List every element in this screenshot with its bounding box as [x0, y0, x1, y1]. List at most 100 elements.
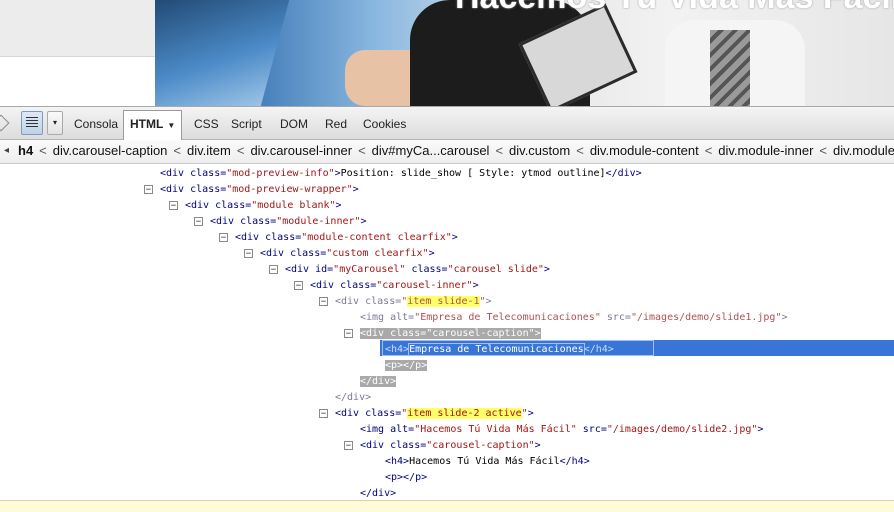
collapse-toggle-icon[interactable]: −	[319, 409, 328, 419]
html-node[interactable]: <div class="module-inner">	[210, 214, 367, 230]
attr-name: class=	[265, 232, 302, 243]
chevron-down-icon: ▼	[167, 121, 176, 130]
collapse-toggle-icon[interactable]: −	[144, 185, 153, 195]
collapse-toggle-icon[interactable]: −	[169, 201, 178, 211]
collapse-toggle-icon[interactable]: −	[219, 233, 228, 243]
attr-name: class=	[405, 264, 448, 275]
tag-name: <div	[335, 408, 366, 419]
attr-value: "/images/demo/slide2.jpg"	[606, 424, 758, 435]
breadcrumb-separator: <	[495, 143, 504, 158]
html-node[interactable]: <p></p>	[385, 358, 428, 374]
tab-script[interactable]: Script	[229, 111, 264, 139]
attr-name: class=	[190, 184, 227, 195]
tab-html[interactable]: HTML ▼	[123, 110, 183, 142]
html-node[interactable]: <div id="myCarousel" class="carousel sli…	[285, 262, 550, 278]
attr-name: class=	[390, 440, 427, 451]
attr-name: src=	[600, 312, 631, 323]
breadcrumb-separator: <	[819, 143, 828, 158]
attr-name: class=	[240, 216, 277, 227]
closing-tag: </div>	[360, 488, 397, 499]
breadcrumb-item[interactable]: div#myCa...carousel	[372, 143, 490, 158]
attr-value: "mod-preview-info"	[226, 168, 335, 179]
breadcrumb-item[interactable]: div.module	[833, 143, 894, 158]
collapse-toggle-icon[interactable]: −	[344, 329, 353, 339]
html-node[interactable]: <div class="item slide-1">	[335, 294, 492, 310]
tag-name: <div	[260, 248, 291, 259]
html-node[interactable]: <div class="module-content clearfix">	[235, 230, 458, 246]
tag-name: <div	[335, 296, 366, 307]
html-node[interactable]: <div class="item slide-2 active">	[335, 406, 534, 422]
closing-tag: </h4>	[583, 344, 614, 355]
breadcrumb-separator: <	[39, 143, 47, 158]
layout-toggle-button[interactable]	[21, 111, 43, 135]
html-node[interactable]: <div class="carousel-caption">	[360, 438, 541, 454]
breadcrumb: ◂ h4 < div.carousel-caption < div.item < div.c…	[0, 140, 894, 164]
html-node[interactable]: </div>	[360, 374, 397, 390]
html-node[interactable]: <h4>Hacemos Tú Vida Más Fácil</h4>	[385, 454, 590, 470]
tag-bracket: >	[543, 264, 550, 275]
html-node[interactable]: <div class="custom clearfix">	[260, 246, 435, 262]
attr-value: "carousel-inner"	[376, 280, 473, 291]
attr-value: "Empresa de Telecomunicaciones"	[414, 312, 601, 323]
html-node[interactable]: <img alt="Hacemos Tú Vida Más Fácil" src…	[360, 422, 763, 438]
tag-name: <div	[360, 328, 391, 339]
inspect-element-icon[interactable]	[0, 111, 10, 135]
tag-bracket: >	[485, 296, 492, 307]
breadcrumb-item[interactable]: h4	[18, 143, 33, 158]
attr-value: "item slide-2 active"	[401, 408, 528, 419]
collapse-toggle-icon[interactable]: −	[319, 297, 328, 307]
breadcrumb-item[interactable]: div.item	[187, 143, 231, 158]
collapse-toggle-icon[interactable]: −	[344, 441, 353, 451]
page-left-area	[0, 0, 155, 106]
tag-name: <div	[360, 440, 391, 451]
breadcrumb-separator: <	[173, 143, 182, 158]
banner-heading: Hacemos Tú Vida Más Fácil	[455, 0, 894, 17]
html-node[interactable]: <div class="carousel-caption">	[360, 326, 541, 342]
tab-net[interactable]: Red	[323, 111, 349, 139]
breadcrumb-item[interactable]: div.module-content	[590, 143, 699, 158]
html-node[interactable]: <img alt="Empresa de Telecomunicaciones"…	[360, 310, 788, 326]
html-node[interactable]: <div class="carousel-inner">	[310, 278, 479, 294]
tag-bracket: >	[428, 248, 435, 259]
tab-css[interactable]: CSS	[192, 111, 221, 139]
html-node[interactable]: <div class="mod-preview-wrapper">	[160, 182, 359, 198]
collapse-toggle-icon[interactable]: −	[294, 281, 303, 291]
tag-name: <div	[310, 280, 341, 291]
scroll-left-icon[interactable]: ◂	[4, 140, 9, 162]
breadcrumb-separator: <	[704, 143, 713, 158]
tag-name: <div	[185, 200, 216, 211]
html-tree-panel: <div class= "mod-preview-info" > Position: …	[0, 164, 894, 500]
tab-cookies[interactable]: Cookies	[361, 111, 408, 139]
closing-tag: </div>	[605, 168, 642, 179]
tag-bracket: >	[534, 328, 541, 339]
attr-value: "module-inner"	[276, 216, 361, 227]
node-text: Position: slide_show [ Style: ytmod outl…	[340, 168, 606, 179]
html-node[interactable]: </div>	[335, 390, 371, 406]
collapse-toggle-icon[interactable]: −	[269, 265, 278, 275]
html-node[interactable]: <div class="module blank">	[185, 198, 342, 214]
collapse-toggle-icon[interactable]: −	[194, 217, 203, 227]
breadcrumb-item[interactable]: div.module-inner	[718, 143, 813, 158]
tag-name: <p></p>	[385, 472, 428, 483]
html-node[interactable]: <div class="mod-preview-info">Position: …	[160, 166, 642, 182]
breadcrumb-item[interactable]: div.custom	[509, 143, 570, 158]
tag-bracket: >	[757, 424, 764, 435]
attr-name: class=	[340, 280, 377, 291]
tab-html-label: HTML	[130, 117, 164, 131]
attr-value: "custom clearfix"	[326, 248, 429, 259]
tag-name: <p></p>	[385, 360, 428, 371]
tab-console[interactable]: Consola	[72, 111, 120, 139]
tag-name: <div	[160, 184, 191, 195]
tab-dom[interactable]: DOM	[278, 111, 310, 139]
attr-value: "item slide-1"	[401, 296, 486, 307]
breadcrumb-item[interactable]: div.carousel-inner	[250, 143, 352, 158]
breadcrumb-item[interactable]: div.carousel-caption	[53, 143, 168, 158]
attr-value: "Hacemos Tú Vida Más Fácil"	[414, 424, 577, 435]
panel-menu-button[interactable]: ▾	[47, 111, 63, 135]
html-node[interactable]: <h4>Empresa de Telecomunicaciones</h4>	[385, 342, 614, 358]
tag-name: <h4>	[385, 456, 410, 467]
closing-tag: </h4>	[559, 456, 590, 467]
html-node[interactable]: <p></p>	[385, 470, 427, 486]
closing-tag: </div>	[335, 392, 372, 403]
collapse-toggle-icon[interactable]: −	[244, 249, 253, 259]
